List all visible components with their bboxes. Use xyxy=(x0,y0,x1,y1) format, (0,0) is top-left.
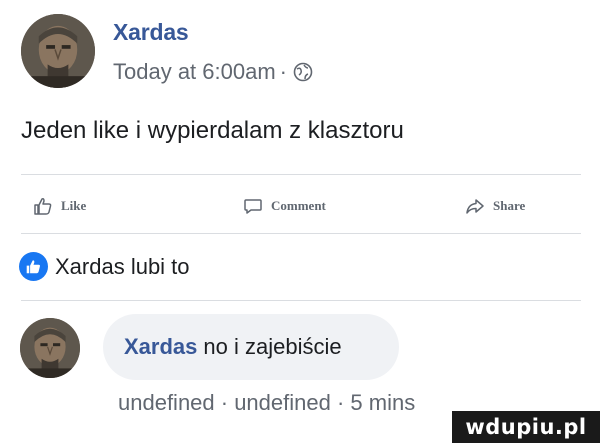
like-button[interactable]: Like xyxy=(33,188,86,224)
globe-icon xyxy=(293,62,313,82)
thumbs-up-icon xyxy=(34,198,52,215)
action-bar: Like Comment Share xyxy=(21,188,581,224)
like-label: Like xyxy=(61,198,87,213)
comment-meta: undefined · undefined · 5 mins xyxy=(118,390,416,415)
commenter-avatar[interactable] xyxy=(20,318,80,378)
meta-separator: · xyxy=(279,59,287,84)
post-timestamp[interactable]: Today at 6:00am xyxy=(113,59,276,85)
comment-button[interactable]: Comment xyxy=(243,188,326,224)
comment-author-name[interactable]: Xardas xyxy=(124,334,197,359)
share-button[interactable]: Share xyxy=(465,188,525,224)
divider xyxy=(21,233,581,234)
author-avatar[interactable] xyxy=(21,14,95,88)
facebook-post: Xardas Today at 6:00am · Jeden like i wy… xyxy=(0,0,600,443)
post-author-name[interactable]: Xardas xyxy=(113,19,189,46)
likes-summary[interactable]: Xardas lubi to xyxy=(19,252,190,281)
likes-text: Xardas lubi to xyxy=(55,253,190,279)
share-arrow-icon xyxy=(466,199,484,214)
comment-text: no i zajebiście xyxy=(203,334,342,359)
post-text: Jeden like i wypierdalam z klasztoru xyxy=(21,117,404,144)
comment-icon xyxy=(244,199,262,214)
portrait-image xyxy=(21,14,95,88)
comment-label: Comment xyxy=(271,198,326,213)
share-label: Share xyxy=(493,198,526,213)
thumbs-up-icon xyxy=(26,260,40,274)
like-badge xyxy=(19,252,48,281)
divider xyxy=(21,300,581,301)
watermark-text: wdupiu.pl xyxy=(465,415,587,439)
post-meta: Today at 6:00am · xyxy=(113,59,313,85)
comment-body: Xardas no i zajebiście xyxy=(124,334,342,360)
divider xyxy=(21,174,581,175)
site-watermark: wdupiu.pl xyxy=(452,411,600,443)
portrait-image xyxy=(20,318,80,378)
